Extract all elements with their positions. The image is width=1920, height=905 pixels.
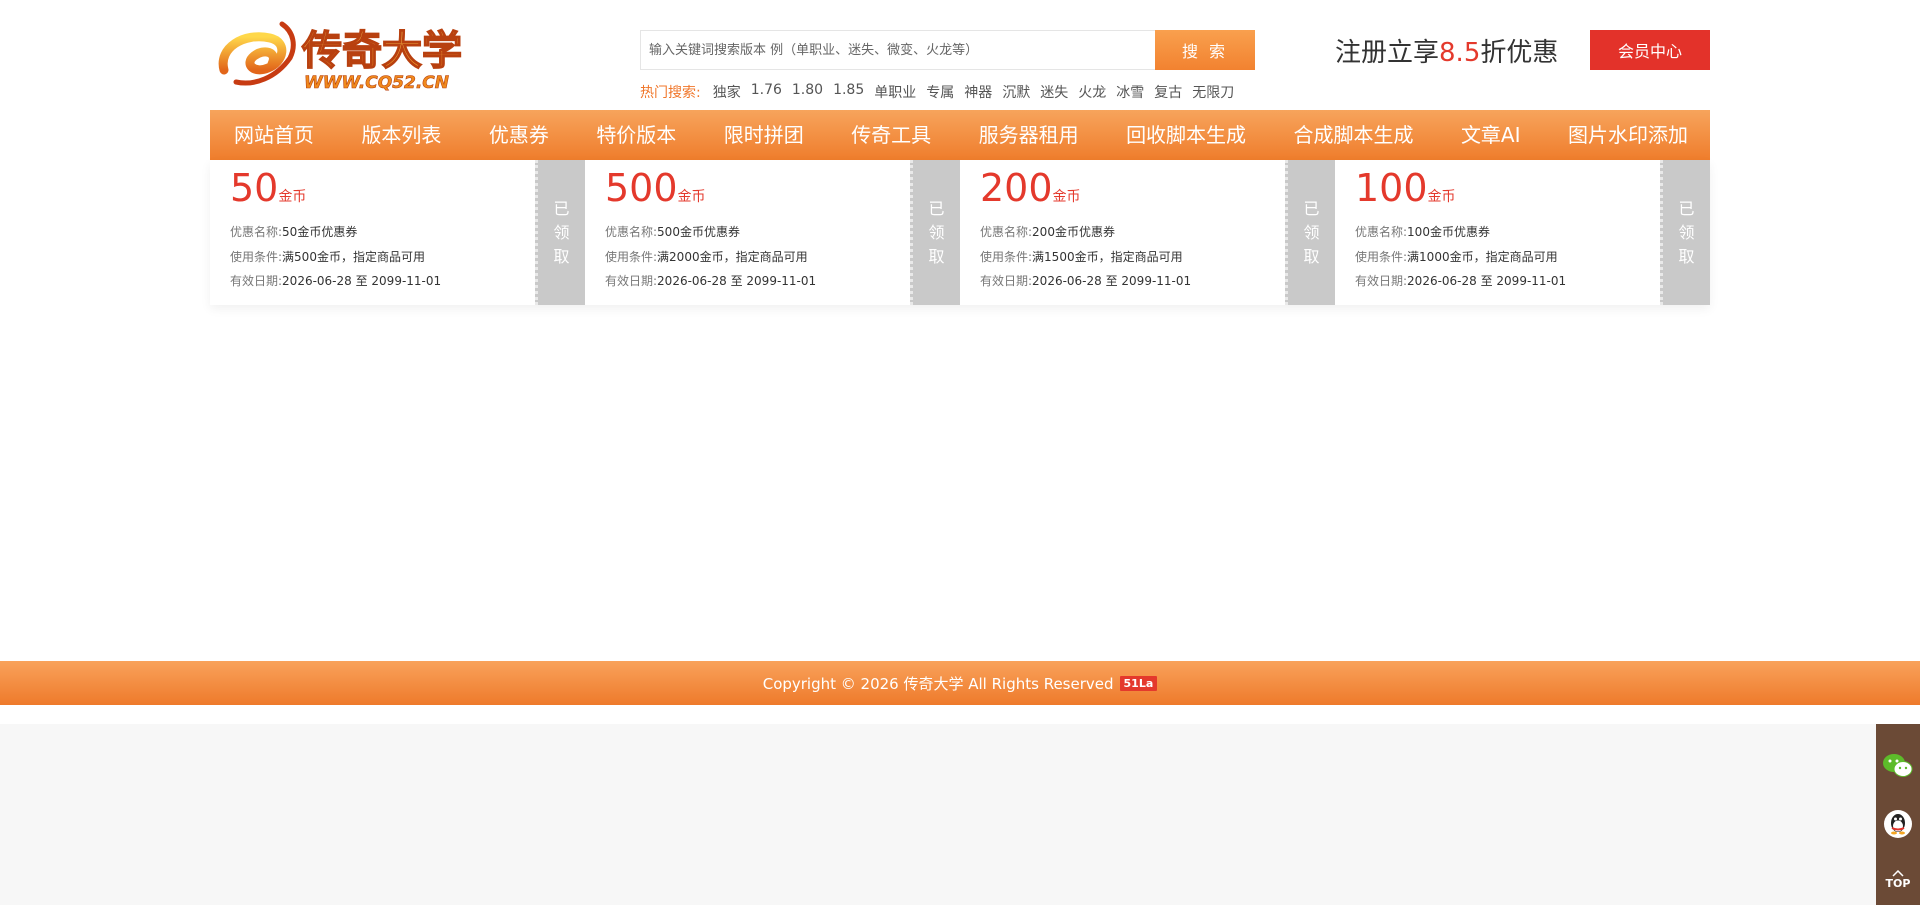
- coupon-condition: 使用条件:满1500金币，指定商品可用: [980, 250, 1183, 264]
- coupon-claimed-tag[interactable]: 已领取: [535, 160, 585, 305]
- hot-search-item[interactable]: 沉默: [1002, 82, 1030, 102]
- coupon-list: 50金币 优惠名称:50金币优惠券 使用条件:满500金币，指定商品可用 有效日…: [210, 160, 1710, 305]
- hot-search-item[interactable]: 专属: [926, 82, 954, 102]
- nav-item-image-watermark[interactable]: 图片水印添加: [1568, 110, 1688, 160]
- coupon-condition: 使用条件:满1000金币，指定商品可用: [1355, 250, 1558, 264]
- arrow-up-icon: [1892, 869, 1904, 877]
- coupon-claimed-tag[interactable]: 已领取: [1660, 160, 1710, 305]
- hot-search-item[interactable]: 独家: [713, 82, 741, 102]
- nav-item-server-rental[interactable]: 服务器租用: [979, 110, 1079, 160]
- hot-search-item[interactable]: 1.85: [833, 82, 864, 102]
- coupon-name: 优惠名称:50金币优惠券: [230, 225, 358, 239]
- coupon-date: 有效日期:2026-06-28 至 2099-11-01: [1355, 274, 1567, 288]
- search-input[interactable]: [640, 30, 1155, 70]
- copyright-text: Copyright © 2026 传奇大学 All Rights Reserve…: [762, 674, 1114, 693]
- back-to-top-label: TOP: [1885, 876, 1911, 890]
- hot-search-item[interactable]: 迷失: [1040, 82, 1068, 102]
- coupon-amount: 500金币: [605, 166, 706, 210]
- coupon-claimed-tag[interactable]: 已领取: [1285, 160, 1335, 305]
- coupon-name: 优惠名称:100金币优惠券: [1355, 225, 1490, 239]
- member-center-button[interactable]: 会员中心: [1590, 30, 1710, 70]
- coupon-card: 200金币 优惠名称:200金币优惠券 使用条件:满1500金币，指定商品可用 …: [960, 160, 1335, 305]
- hot-search-item[interactable]: 神器: [964, 82, 992, 102]
- coupon-amount: 100金币: [1355, 166, 1456, 210]
- hot-search-item[interactable]: 冰雪: [1116, 82, 1144, 102]
- stats-badge[interactable]: 51La: [1119, 675, 1158, 691]
- wechat-icon[interactable]: [1876, 736, 1920, 796]
- nav-item-coupons[interactable]: 优惠券: [489, 110, 549, 160]
- nav-item-article-ai[interactable]: 文章AI: [1461, 110, 1521, 160]
- search-button[interactable]: 搜 索: [1155, 30, 1255, 70]
- nav-item-tools[interactable]: 传奇工具: [851, 110, 931, 160]
- promo-rate: 8.5: [1439, 38, 1481, 68]
- nav-item-synthesis-script[interactable]: 合成脚本生成: [1294, 110, 1414, 160]
- logo-url: WWW.CQ52.CN: [304, 73, 449, 93]
- promo-prefix: 注册立享: [1335, 38, 1440, 68]
- coupon-name: 优惠名称:200金币优惠券: [980, 225, 1115, 239]
- header: 传奇大学 WWW.CQ52.CN 搜 索 热门搜索: 独家 1.76 1.80 …: [210, 0, 1710, 110]
- coupon-date: 有效日期:2026-06-28 至 2099-11-01: [980, 274, 1192, 288]
- qq-icon[interactable]: [1876, 794, 1920, 854]
- coupon-name: 优惠名称:500金币优惠券: [605, 225, 740, 239]
- nav-item-recycle-script[interactable]: 回收脚本生成: [1126, 110, 1246, 160]
- nav-item-group-buy[interactable]: 限时拼团: [724, 110, 804, 160]
- coupon-condition: 使用条件:满500金币，指定商品可用: [230, 250, 425, 264]
- hot-search: 热门搜索: 独家 1.76 1.80 1.85 单职业 专属 神器 沉默 迷失 …: [640, 82, 1244, 102]
- logo-title: 传奇大学: [301, 28, 462, 74]
- coupon-card: 50金币 优惠名称:50金币优惠券 使用条件:满500金币，指定商品可用 有效日…: [210, 160, 585, 305]
- coupon-card: 500金币 优惠名称:500金币优惠券 使用条件:满2000金币，指定商品可用 …: [585, 160, 960, 305]
- main-nav: 网站首页 版本列表 优惠券 特价版本 限时拼团 传奇工具 服务器租用 回收脚本生…: [210, 110, 1710, 160]
- hot-search-label: 热门搜索:: [640, 85, 701, 101]
- search-box: 搜 索: [640, 30, 1265, 70]
- back-to-top-button[interactable]: TOP: [1876, 854, 1920, 905]
- coupon-date: 有效日期:2026-06-28 至 2099-11-01: [605, 274, 817, 288]
- coupon-claimed-tag[interactable]: 已领取: [910, 160, 960, 305]
- nav-item-home[interactable]: 网站首页: [234, 110, 314, 160]
- hot-search-item[interactable]: 单职业: [874, 82, 916, 102]
- nav-item-special-versions[interactable]: 特价版本: [596, 110, 676, 160]
- coupon-date: 有效日期:2026-06-28 至 2099-11-01: [230, 274, 442, 288]
- footer: Copyright © 2026 传奇大学 All Rights Reserve…: [0, 661, 1920, 705]
- coupon-card: 100金币 优惠名称:100金币优惠券 使用条件:满1000金币，指定商品可用 …: [1335, 160, 1710, 305]
- register-promo: 注册立享8.5折优惠: [1335, 32, 1558, 69]
- site-logo[interactable]: 传奇大学 WWW.CQ52.CN: [214, 18, 476, 94]
- hot-search-item[interactable]: 火龙: [1078, 82, 1106, 102]
- coupon-amount: 50金币: [230, 166, 307, 210]
- promo-suffix: 折优惠: [1480, 38, 1559, 68]
- hot-search-item[interactable]: 无限刀: [1192, 82, 1234, 102]
- coupon-amount: 200金币: [980, 166, 1081, 210]
- hot-search-item[interactable]: 复古: [1154, 82, 1182, 102]
- coupon-condition: 使用条件:满2000金币，指定商品可用: [605, 250, 808, 264]
- hot-search-item[interactable]: 1.76: [751, 82, 782, 102]
- hot-search-item[interactable]: 1.80: [792, 82, 823, 102]
- side-toolbar: TOP: [1876, 724, 1920, 905]
- nav-item-version-list[interactable]: 版本列表: [361, 110, 441, 160]
